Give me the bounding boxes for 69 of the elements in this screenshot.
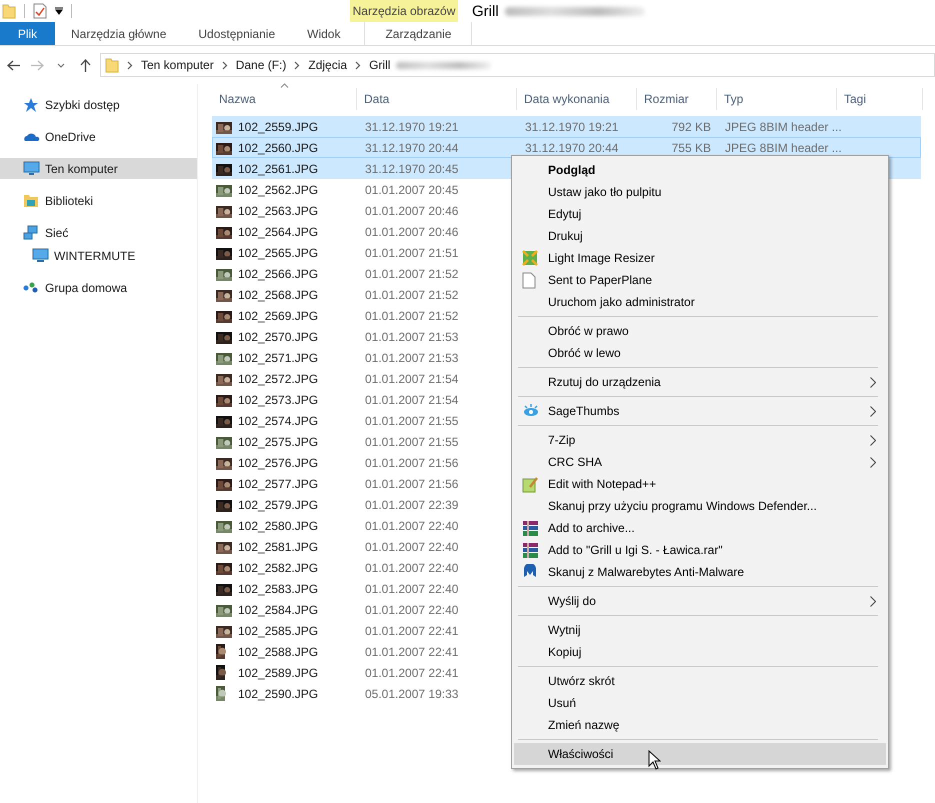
file-name: 102_2571.JPG [238, 350, 318, 364]
sidebar-label: Szybki dostęp [45, 98, 120, 112]
sidebar-label: WINTERMUTE [54, 248, 136, 262]
file-name: 102_2584.JPG [238, 602, 318, 616]
date-cell-text: 01.01.2007 21:54 [364, 372, 460, 386]
file-name: 102_2581.JPG [238, 540, 318, 554]
date-taken-cell-text: 31.12.1970 19:21 [524, 120, 620, 134]
date-cell-text: 01.01.2007 21:52 [364, 288, 460, 302]
file-name: 102_2585.JPG [238, 624, 318, 638]
window-title: Grill [472, 2, 499, 20]
file-name: 102_2564.JPG [238, 224, 318, 238]
file-name: 102_2570.JPG [238, 330, 318, 344]
file-name: 102_2580.JPG [238, 518, 318, 532]
sidebar-label: Ten komputer [45, 162, 118, 176]
file-name: 102_2579.JPG [238, 498, 318, 512]
file-name: 102_2560.JPG [238, 140, 318, 154]
date-cell-text: 01.01.2007 20:46 [364, 224, 460, 238]
date-cell-text: 01.01.2007 22:39 [364, 498, 460, 512]
date-cell-text: 01.01.2007 21:52 [364, 308, 460, 322]
file-name: 102_2589.JPG [238, 666, 318, 680]
file-name: 102_2559.JPG [238, 120, 318, 134]
sidebar-label: Sieć [45, 226, 68, 240]
date-cell-text: 31.12.1970 19:21 [364, 120, 460, 134]
date-cell-text: 01.01.2007 21:55 [364, 414, 460, 428]
date-cell-text: 01.01.2007 21:56 [364, 476, 460, 490]
file-name: 102_2577.JPG [238, 476, 318, 490]
date-cell-text: 01.01.2007 20:45 [364, 182, 460, 196]
file-name: 102_2569.JPG [238, 308, 318, 322]
file-name: 102_2563.JPG [238, 204, 318, 218]
date-cell-text: 01.01.2007 22:40 [364, 602, 460, 616]
date-cell-text: 01.01.2007 22:40 [364, 518, 460, 532]
file-name: 102_2590.JPG [238, 686, 318, 700]
sidebar-label: Biblioteki [45, 194, 94, 208]
file-name: 102_2588.JPG [238, 644, 318, 658]
date-cell-text: 01.01.2007 20:46 [364, 204, 460, 218]
date-cell-text: 31.12.1970 20:44 [364, 140, 460, 154]
date-cell-text: 01.01.2007 22:40 [364, 582, 460, 596]
date-cell-text: 01.01.2007 22:41 [364, 644, 460, 658]
date-cell-text: 01.01.2007 22:41 [364, 666, 460, 680]
file-name: 102_2573.JPG [238, 392, 318, 406]
file-name: 102_2568.JPG [238, 288, 318, 302]
size-cell-text: 755 KB [670, 140, 712, 154]
file-name: 102_2575.JPG [238, 434, 318, 448]
date-cell-text: 01.01.2007 21:51 [364, 246, 460, 260]
sidebar-label: OneDrive [45, 130, 96, 144]
size-cell-text: 792 KB [670, 120, 712, 134]
date-cell-text: 01.01.2007 21:56 [364, 456, 460, 470]
file-name: 102_2561.JPG [238, 162, 318, 176]
sidebar-label: Grupa domowa [45, 280, 128, 294]
file-name: 102_2572.JPG [238, 372, 318, 386]
date-cell-text: 05.01.2007 19:33 [364, 686, 460, 700]
date-cell-text: 01.01.2007 21:55 [364, 434, 460, 448]
file-name: 102_2562.JPG [238, 182, 318, 196]
file-name: 102_2566.JPG [238, 266, 318, 280]
date-cell-text: 01.01.2007 21:53 [364, 350, 460, 364]
date-taken-cell-text: 31.12.1970 20:44 [524, 140, 620, 154]
date-cell-text: 01.01.2007 22:40 [364, 560, 460, 574]
file-name: 102_2582.JPG [238, 560, 318, 574]
file-name: 102_2583.JPG [238, 582, 318, 596]
file-name: 102_2576.JPG [238, 456, 318, 470]
date-cell-text: 01.01.2007 21:53 [364, 330, 460, 344]
date-cell-text: 01.01.2007 21:54 [364, 392, 460, 406]
file-name: 102_2574.JPG [238, 414, 318, 428]
date-cell-text: 31.12.1970 20:45 [364, 162, 460, 176]
date-cell-text: 01.01.2007 22:41 [364, 624, 460, 638]
context-tab-group: Narzędzia obrazów [350, 0, 458, 22]
file-name: 102_2565.JPG [238, 246, 318, 260]
date-cell-text: 01.01.2007 22:40 [364, 540, 460, 554]
date-cell-text: 01.01.2007 21:52 [364, 266, 460, 280]
